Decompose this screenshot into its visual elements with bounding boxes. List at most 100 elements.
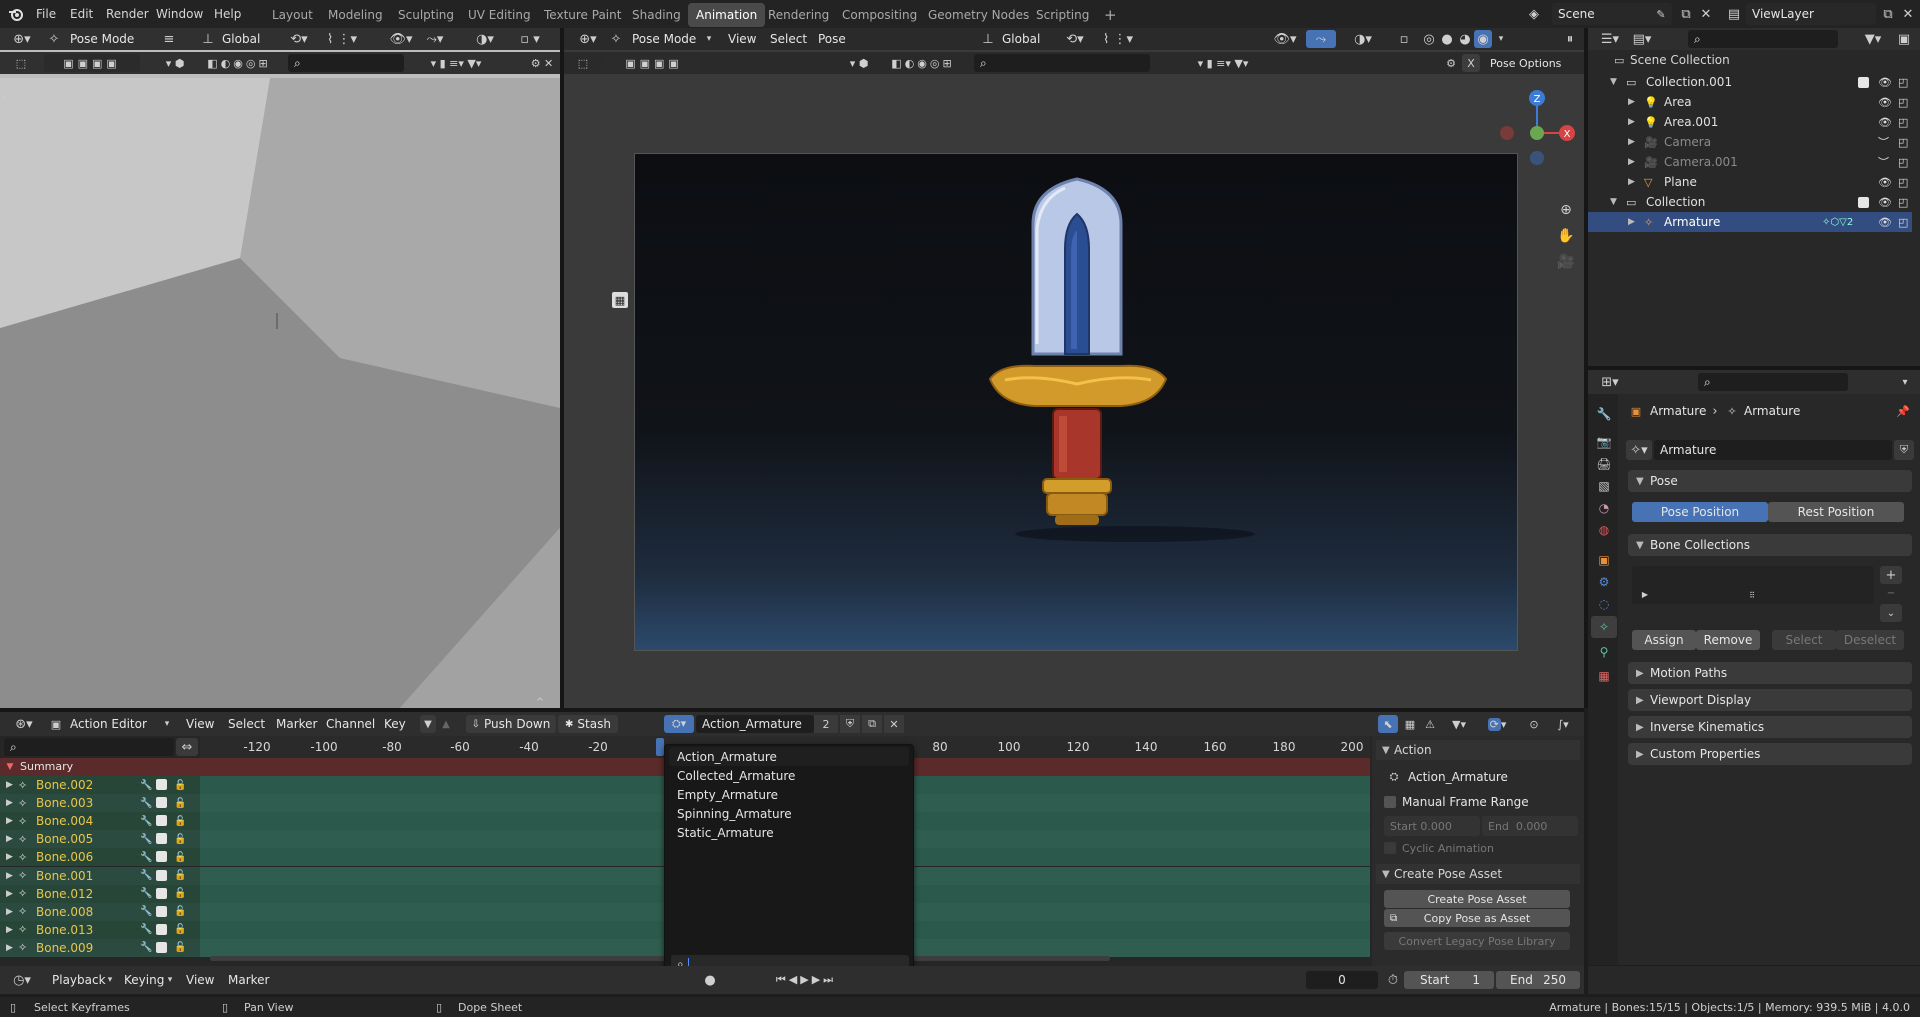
- delete-view-layer-icon[interactable]: ✕: [1898, 4, 1918, 24]
- add-workspace-button[interactable]: +: [1096, 3, 1125, 27]
- bone-collections-list[interactable]: ▶ ⠿: [1632, 566, 1874, 604]
- mute-checkbox[interactable]: [156, 833, 167, 845]
- render-camera-icon[interactable]: ◰: [1898, 216, 1908, 229]
- menu-window[interactable]: Window: [150, 0, 209, 28]
- mute-checkbox[interactable]: [156, 923, 167, 935]
- timeline-playback-menu[interactable]: Playback: [46, 971, 112, 989]
- delete-scene-icon[interactable]: ✕: [1696, 4, 1716, 24]
- mute-checkbox[interactable]: [156, 779, 167, 790]
- modifier-icon[interactable]: 🔧: [140, 798, 152, 809]
- left-search-field[interactable]: ⌕: [288, 54, 404, 72]
- expand-icon[interactable]: ▶: [6, 925, 13, 935]
- outliner-item-label[interactable]: Camera.001: [1664, 155, 1738, 169]
- modifier-tab-icon[interactable]: ⚙: [1594, 572, 1614, 592]
- new-scene-icon[interactable]: ⧉: [1676, 4, 1696, 24]
- unlink-action-icon[interactable]: ✕: [884, 715, 904, 733]
- expand-icon[interactable]: ▶: [6, 816, 13, 826]
- new-view-layer-icon[interactable]: ⧉: [1878, 4, 1898, 24]
- main-mode-dropdown[interactable]: Pose Mode: [626, 30, 702, 48]
- bone-name[interactable]: Bone.001: [36, 869, 93, 883]
- camera-view-icon[interactable]: 🎥: [1554, 250, 1578, 274]
- main-object-data-icon[interactable]: ▾ ⬢: [844, 54, 874, 72]
- select-bones-button[interactable]: Select: [1772, 630, 1836, 650]
- chevron-icon[interactable]: ▶: [1628, 97, 1635, 107]
- view-layer-field[interactable]: ViewLayer: [1746, 3, 1876, 25]
- chevron-icon[interactable]: ▼: [1610, 77, 1617, 87]
- lock-icon[interactable]: 🔓: [174, 798, 186, 809]
- armature-data-tab-icon[interactable]: ✧: [1591, 616, 1617, 638]
- timeline-view-menu[interactable]: View: [180, 971, 220, 989]
- main-settings-icon[interactable]: ⚙: [1442, 54, 1460, 72]
- lock-icon[interactable]: 🔓: [174, 816, 186, 827]
- outliner-item-label[interactable]: Area.001: [1664, 115, 1718, 129]
- layer-up-icon[interactable]: ▲: [438, 715, 454, 733]
- modifier-icon[interactable]: 🔧: [140, 924, 152, 935]
- shading-solid-icon[interactable]: ●: [1438, 30, 1456, 48]
- collection-checkbox-icon[interactable]: [1858, 196, 1869, 208]
- bone-name[interactable]: Bone.004: [36, 814, 93, 828]
- main-orientation-dropdown[interactable]: Global: [996, 30, 1046, 48]
- eye-icon[interactable]: 👁: [1878, 76, 1892, 89]
- zoom-icon[interactable]: ⊕: [1554, 198, 1578, 222]
- blender-logo-icon[interactable]: [6, 4, 26, 24]
- horizontal-scrollbar[interactable]: [210, 956, 1110, 961]
- lock-icon[interactable]: 🔓: [174, 888, 186, 899]
- summary-expand-icon[interactable]: ▼: [4, 759, 16, 775]
- interpolation-icon[interactable]: ∫▾: [1548, 715, 1578, 733]
- playhead[interactable]: [656, 738, 664, 756]
- main-snap-icon[interactable]: ⌇ ⋮▾: [1094, 30, 1142, 48]
- world-tab-icon[interactable]: ◍: [1594, 520, 1614, 540]
- properties-options-icon[interactable]: ▾: [1896, 373, 1914, 391]
- show-hidden-icon[interactable]: ▦: [1400, 715, 1420, 733]
- layer-down-icon[interactable]: ▼: [420, 715, 436, 733]
- record-icon[interactable]: ●: [700, 971, 720, 989]
- editor-type-icon[interactable]: ⊕▾: [8, 30, 36, 48]
- modifier-icon[interactable]: 🔧: [140, 816, 152, 827]
- lock-icon[interactable]: 🔓: [174, 870, 186, 881]
- only-selected-icon[interactable]: ⬉: [1378, 715, 1398, 733]
- stash-button[interactable]: ✱ Stash: [558, 715, 618, 733]
- expand-icon[interactable]: ▶: [6, 834, 13, 844]
- action-menu-marker[interactable]: Marker: [270, 715, 323, 733]
- eye-icon[interactable]: 👁: [1878, 196, 1892, 209]
- only-errors-icon[interactable]: ⚠: [1420, 715, 1440, 733]
- physics-tab-icon[interactable]: ◌: [1594, 594, 1614, 614]
- list-expand-icon[interactable]: ▶: [1640, 588, 1650, 600]
- modifier-icon[interactable]: 🔧: [140, 906, 152, 917]
- timeline-marker-menu[interactable]: Marker: [222, 971, 275, 989]
- main-shading-mode-icons[interactable]: ◧◐◉◎⊞: [880, 54, 966, 72]
- navigation-gizmo[interactable]: Z X: [1492, 88, 1582, 178]
- push-down-button[interactable]: ⇩ Push Down: [466, 715, 556, 733]
- display-mode-icon[interactable]: ▤▾: [1628, 30, 1656, 48]
- playback-controls[interactable]: ⏮◀▶▶⏭: [746, 971, 866, 989]
- gizmo-icon[interactable]: ⤳▾: [420, 30, 450, 48]
- tab-compositing[interactable]: Compositing: [834, 3, 925, 27]
- render-camera-icon[interactable]: ◰: [1898, 176, 1908, 189]
- action-menu-key[interactable]: Key: [378, 715, 412, 733]
- modifier-icon[interactable]: 🔧: [140, 942, 152, 953]
- lock-icon[interactable]: 🔓: [174, 852, 186, 863]
- render-camera-icon[interactable]: ◰: [1898, 136, 1908, 149]
- scene-collection-row[interactable]: ▭ Scene Collection: [1588, 50, 1912, 70]
- left-viewport[interactable]: ⊕▾ ✧ Pose Mode ≡ ⊥ Global ⟲▾ ⌇ ⋮▾ 👁▾ ⤳▾ …: [0, 28, 560, 708]
- action-panel-header[interactable]: ▼ Action: [1376, 740, 1580, 760]
- left-mode-dropdown[interactable]: Pose Mode: [64, 30, 140, 48]
- pose-panel-header[interactable]: ▼ Pose: [1628, 470, 1912, 492]
- lock-icon[interactable]: 🔓: [174, 942, 186, 953]
- frame-end-field[interactable]: End 250: [1496, 971, 1580, 989]
- modifier-icon[interactable]: 🔧: [140, 870, 152, 881]
- cyclic-checkbox[interactable]: [1384, 842, 1396, 854]
- outliner-row-plane[interactable]: ▶ ▽ Plane 👁 ◰: [1588, 172, 1912, 192]
- collapse-arrow-icon[interactable]: ^: [534, 696, 546, 708]
- menu-render[interactable]: Render: [100, 0, 155, 28]
- pin-icon[interactable]: ✎: [1652, 4, 1670, 24]
- list-resize-handle-icon[interactable]: ⠿: [1744, 590, 1760, 600]
- hamburger-icon[interactable]: ≡: [160, 30, 178, 48]
- frame-start-field[interactable]: Start 1: [1404, 971, 1494, 989]
- bone-name[interactable]: Bone.003: [36, 796, 93, 810]
- new-collection-icon[interactable]: ▣: [1894, 30, 1914, 48]
- menu-help[interactable]: Help: [208, 0, 247, 28]
- scene-tab-icon[interactable]: ◔: [1594, 498, 1614, 518]
- texture-tab-icon[interactable]: ▦: [1594, 666, 1614, 686]
- mute-checkbox[interactable]: [156, 797, 167, 809]
